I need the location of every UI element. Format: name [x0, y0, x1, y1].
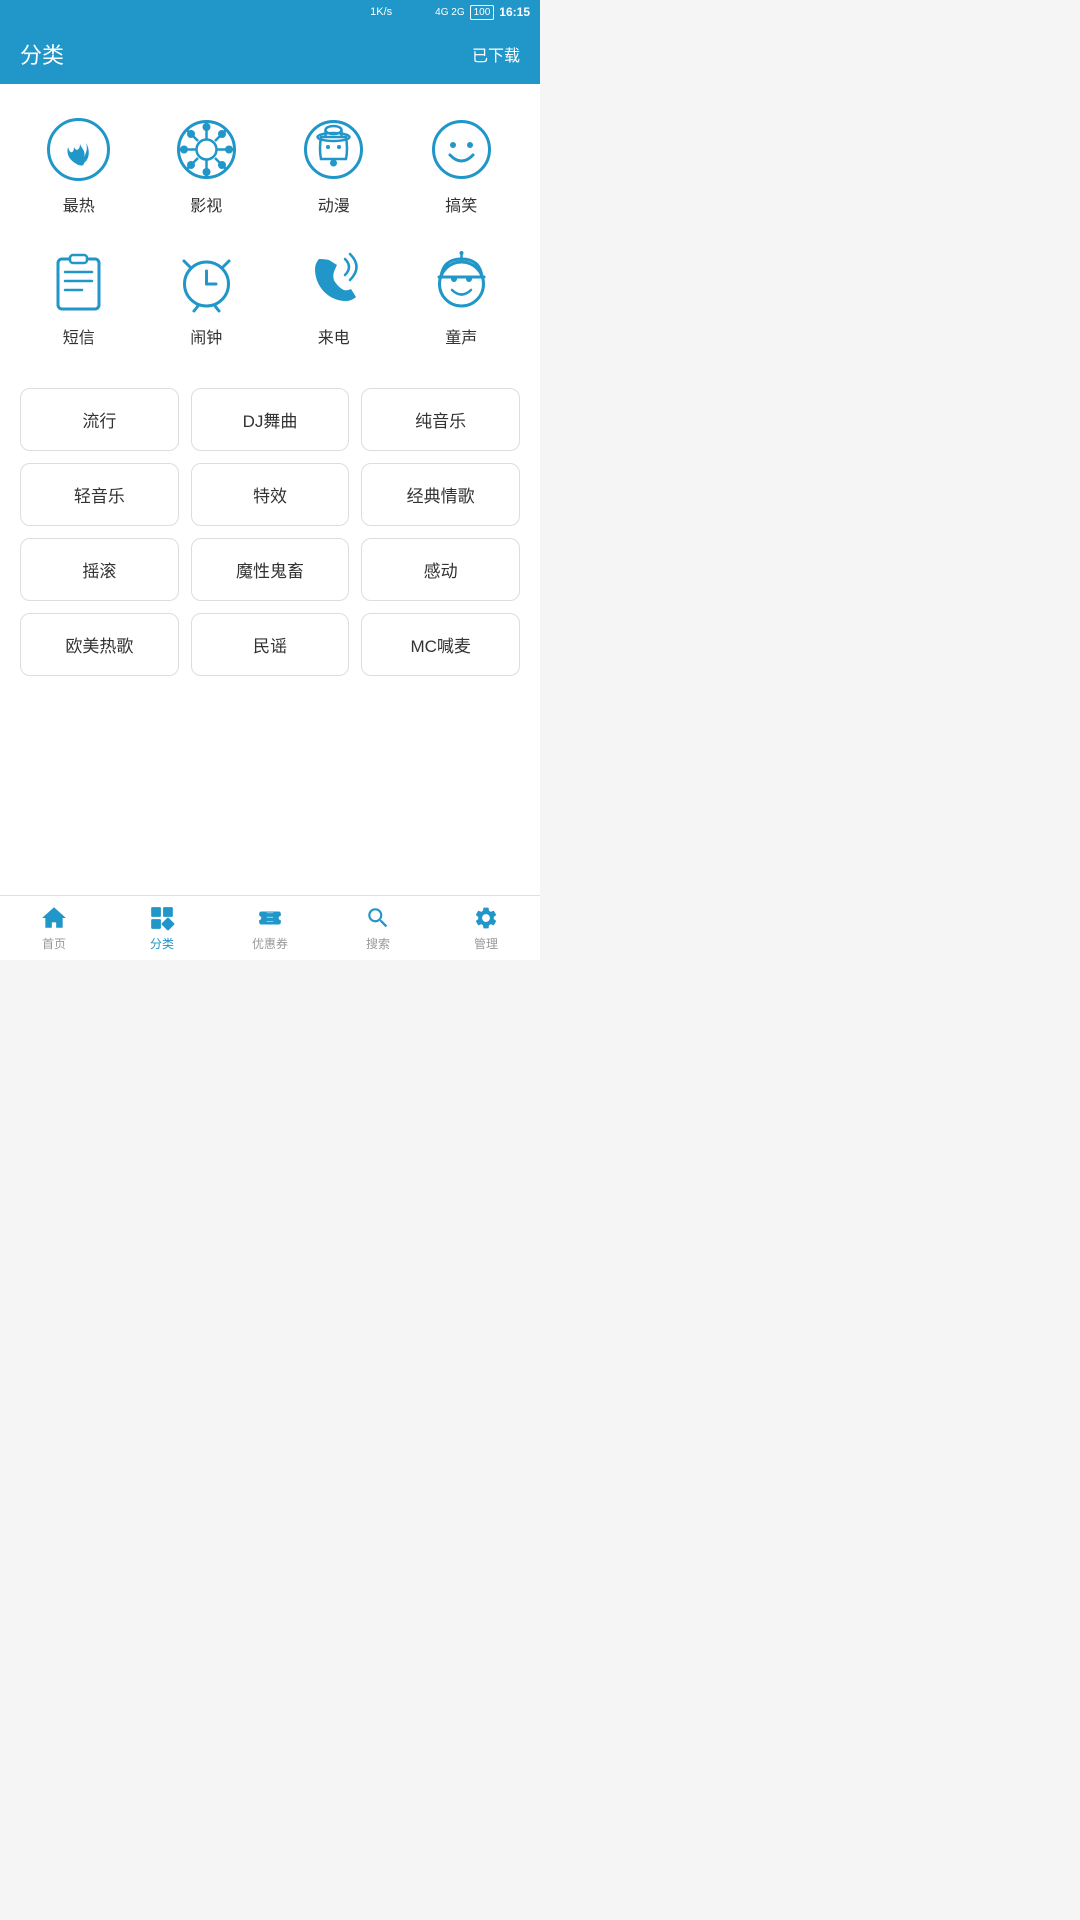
- coupon-nav-label: 优惠券: [252, 935, 288, 952]
- nav-manage[interactable]: 管理: [432, 896, 540, 960]
- alarm-icon: [171, 246, 241, 316]
- tag-button-5[interactable]: 经典情歌: [361, 463, 520, 526]
- home-nav-label: 首页: [42, 935, 66, 952]
- tag-button-11[interactable]: MC喊麦: [361, 613, 520, 676]
- sms-label: 短信: [63, 324, 95, 348]
- alarm-status-icon: [397, 5, 411, 19]
- anime-icon: [299, 114, 369, 184]
- nav-category[interactable]: 分类: [108, 896, 216, 960]
- tag-button-7[interactable]: 魔性鬼畜: [191, 538, 350, 601]
- funny-label: 搞笑: [445, 192, 477, 216]
- category-anime[interactable]: 动漫: [275, 104, 393, 226]
- anime-label: 动漫: [318, 192, 350, 216]
- tag-button-2[interactable]: 纯音乐: [361, 388, 520, 451]
- coupon-nav-icon: [256, 904, 284, 932]
- call-label: 来电: [318, 324, 350, 348]
- signal-text: 4G 2G: [435, 7, 464, 18]
- manage-nav-label: 管理: [474, 935, 498, 952]
- child-label: 童声: [445, 324, 477, 348]
- main-content: 最热: [0, 84, 540, 895]
- home-nav-icon: [40, 904, 68, 932]
- category-hot[interactable]: 最热: [20, 104, 138, 226]
- category-child[interactable]: 童声: [403, 236, 521, 358]
- tag-button-9[interactable]: 欧美热歌: [20, 613, 179, 676]
- app-header: 分类 已下载: [0, 24, 540, 84]
- nav-home[interactable]: 首页: [0, 896, 108, 960]
- tag-button-8[interactable]: 感动: [361, 538, 520, 601]
- sms-icon: [44, 246, 114, 316]
- category-nav-label: 分类: [150, 935, 174, 952]
- hot-label: 最热: [63, 192, 95, 216]
- tag-button-1[interactable]: DJ舞曲: [191, 388, 350, 451]
- search-nav-icon: [364, 904, 392, 932]
- downloaded-button[interactable]: 已下载: [472, 42, 520, 66]
- tag-button-0[interactable]: 流行: [20, 388, 179, 451]
- wifi-icon: [416, 5, 430, 19]
- music-tag-grid: 流行DJ舞曲纯音乐轻音乐特效经典情歌摇滚魔性鬼畜感动欧美热歌民谣MC喊麦: [10, 388, 530, 676]
- bottom-navigation: 首页 分类 优惠券 搜索: [0, 895, 540, 960]
- category-sms[interactable]: 短信: [20, 236, 138, 358]
- category-nav-icon: [148, 904, 176, 932]
- call-icon: [299, 246, 369, 316]
- child-icon: [426, 246, 496, 316]
- movie-icon: [171, 114, 241, 184]
- page-title: 分类: [20, 38, 64, 70]
- alarm-label: 闹钟: [190, 324, 222, 348]
- category-alarm[interactable]: 闹钟: [148, 236, 266, 358]
- manage-nav-icon: [472, 904, 500, 932]
- search-nav-label: 搜索: [366, 935, 390, 952]
- network-speed: 1K/s: [370, 6, 392, 18]
- tag-button-10[interactable]: 民谣: [191, 613, 350, 676]
- nav-search[interactable]: 搜索: [324, 896, 432, 960]
- category-icon-grid: 最热: [10, 104, 530, 358]
- status-bar: 1K/s 4G 2G 100 16:15: [0, 0, 540, 24]
- tag-button-3[interactable]: 轻音乐: [20, 463, 179, 526]
- category-funny[interactable]: 搞笑: [403, 104, 521, 226]
- funny-icon: [426, 114, 496, 184]
- hot-icon: [44, 114, 114, 184]
- tag-button-6[interactable]: 摇滚: [20, 538, 179, 601]
- nav-coupon[interactable]: 优惠券: [216, 896, 324, 960]
- category-movie[interactable]: 影视: [148, 104, 266, 226]
- category-call[interactable]: 来电: [275, 236, 393, 358]
- battery-indicator: 100: [470, 5, 495, 20]
- tag-button-4[interactable]: 特效: [191, 463, 350, 526]
- movie-label: 影视: [190, 192, 222, 216]
- time-display: 16:15: [499, 5, 530, 19]
